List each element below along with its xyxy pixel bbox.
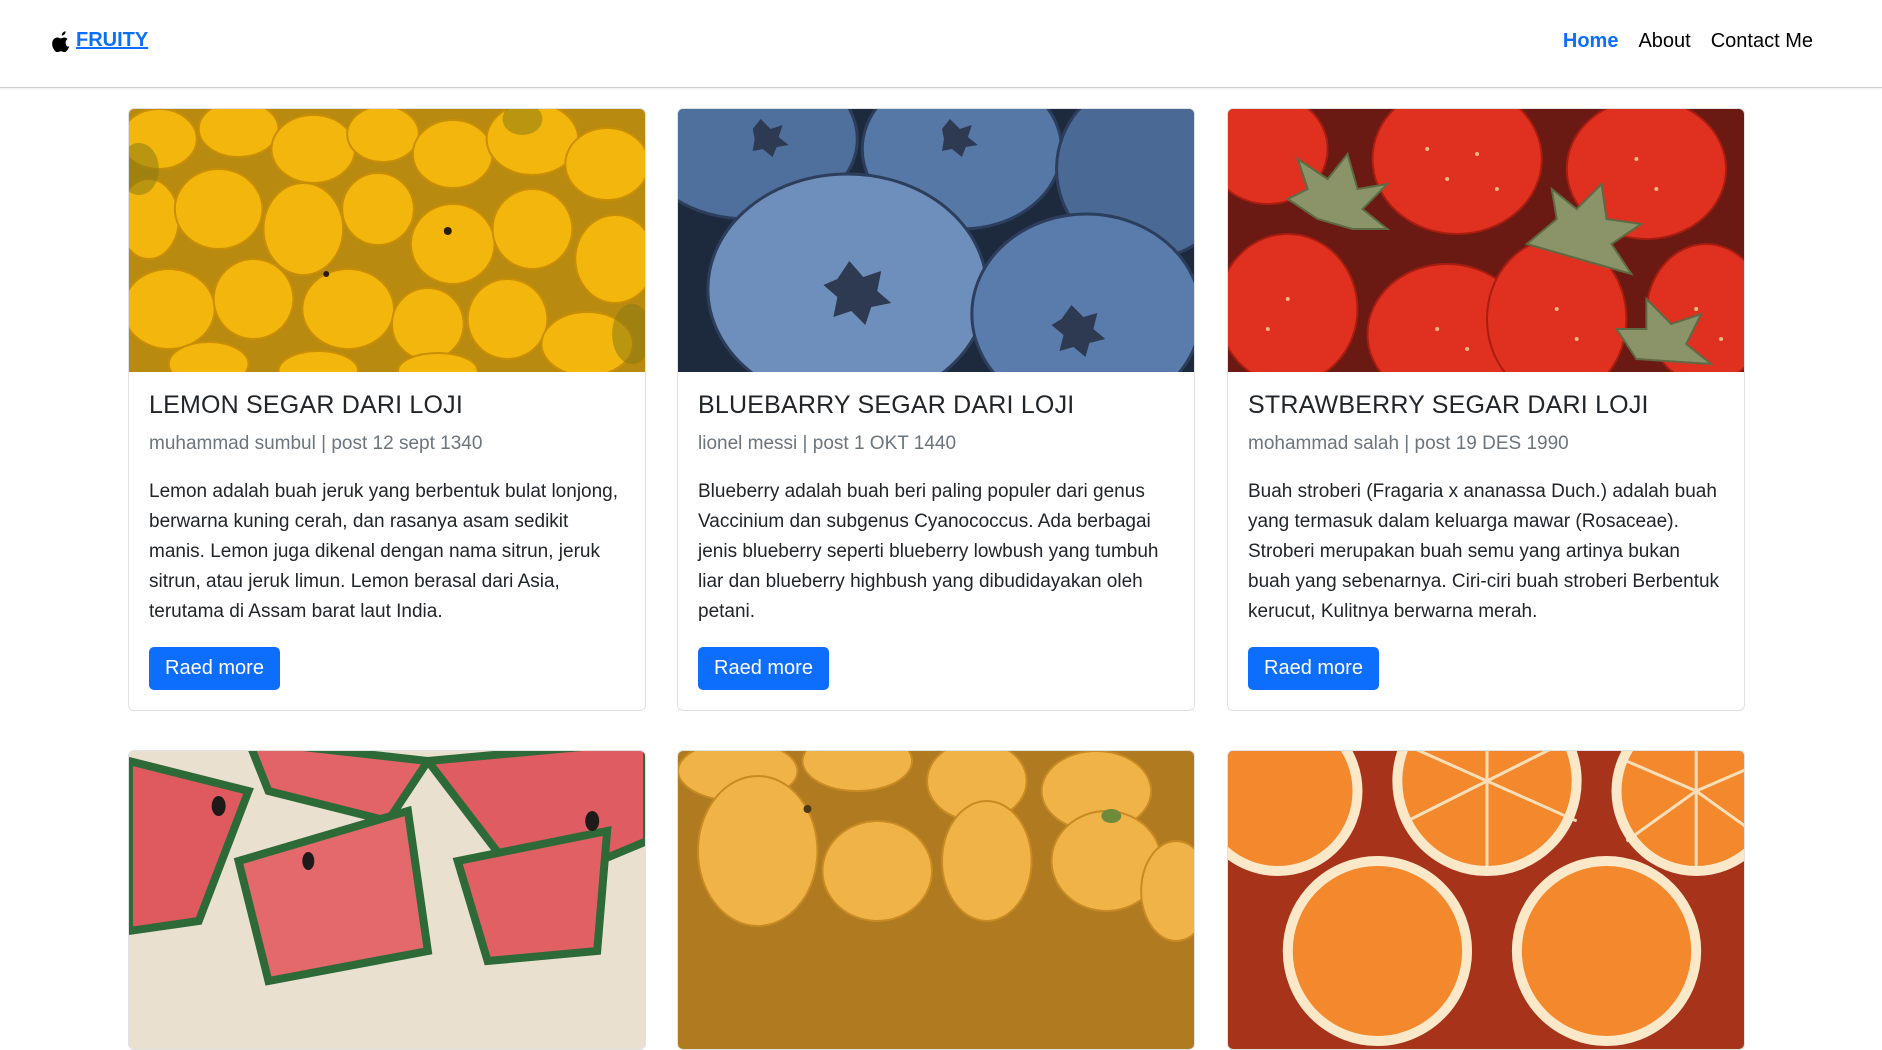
card-lemon: LEMON SEGAR DARI LOJI muhammad sumbul | … — [128, 108, 646, 711]
card-watermelon — [128, 750, 646, 1050]
nav-links: Home About Contact Me — [1563, 30, 1813, 53]
strawberry-image — [1228, 109, 1744, 372]
blueberry-image — [678, 109, 1194, 372]
card-text: Lemon adalah buah jeruk yang berbentuk b… — [149, 480, 619, 622]
read-more-button[interactable]: Raed more — [698, 646, 829, 690]
card-text: Blueberry adalah buah beri paling popule… — [698, 480, 1159, 622]
card-blueberry: BLUEBARRY SEGAR DARI LOJI lionel messi |… — [677, 108, 1195, 711]
lemon-image — [129, 109, 645, 372]
apple-icon — [52, 30, 70, 52]
card-title: LEMON SEGAR DARI LOJI — [149, 391, 463, 419]
card-subtitle: lionel messi | post 1 OKT 1440 — [698, 433, 957, 454]
brand-link[interactable]: FRUITY — [52, 29, 148, 52]
watermelon-image — [129, 751, 645, 1049]
mango-image — [678, 751, 1194, 1049]
card-mango — [677, 750, 1195, 1050]
card-orange — [1227, 750, 1745, 1050]
card-body: BLUEBARRY SEGAR DARI LOJI lionel messi |… — [678, 372, 1194, 710]
brand-label: FRUITY — [76, 29, 149, 51]
card-text: Buah stroberi (Fragaria x ananassa Duch.… — [1248, 480, 1720, 622]
orange-image — [1228, 751, 1744, 1049]
read-more-button[interactable]: Raed more — [1248, 646, 1379, 690]
navbar: FRUITY Home About Contact Me — [0, 0, 1882, 88]
card-title: STRAWBERRY SEGAR DARI LOJI — [1248, 391, 1649, 419]
read-more-button[interactable]: Raed more — [149, 646, 280, 690]
card-body: LEMON SEGAR DARI LOJI muhammad sumbul | … — [129, 372, 645, 710]
nav-contact[interactable]: Contact Me — [1711, 30, 1813, 53]
nav-home[interactable]: Home — [1563, 30, 1619, 53]
nav-about[interactable]: About — [1638, 30, 1690, 53]
card-subtitle: muhammad sumbul | post 12 sept 1340 — [149, 433, 483, 454]
card-subtitle: mohammad salah | post 19 DES 1990 — [1248, 433, 1569, 454]
card-body: STRAWBERRY SEGAR DARI LOJI mohammad sala… — [1228, 372, 1744, 710]
card-strawberry: STRAWBERRY SEGAR DARI LOJI mohammad sala… — [1227, 108, 1745, 711]
card-title: BLUEBARRY SEGAR DARI LOJI — [698, 391, 1075, 419]
